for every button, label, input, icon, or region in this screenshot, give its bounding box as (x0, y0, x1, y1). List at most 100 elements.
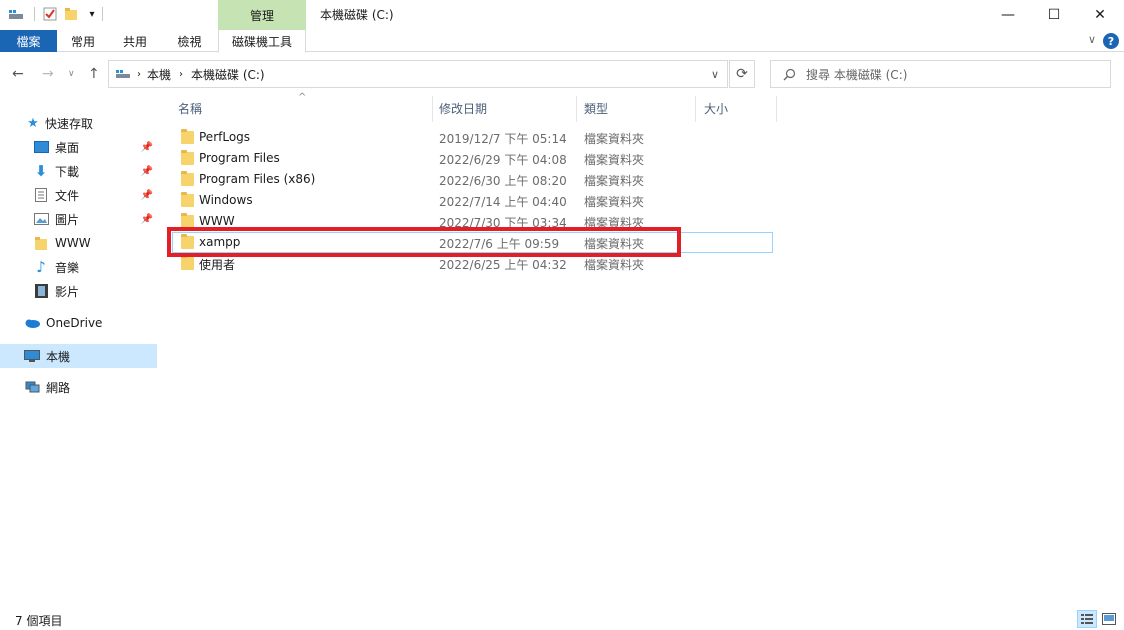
download-icon: ⬇ (34, 162, 48, 180)
file-type: 檔案資料夾 (584, 258, 645, 272)
sidebar-item-label: 影片 (55, 284, 80, 299)
sidebar-item-label: 桌面 (55, 140, 80, 155)
sidebar-item-downloads[interactable]: ⬇ 下載 📌 (33, 159, 157, 183)
navigation-bar: ← → ∨ ↑ › 本機 › 本機磁碟 (C:) ∨ ⟳ 搜尋 本機磁碟 (C:… (0, 58, 1124, 90)
item-count: 7 個項目 (15, 614, 63, 628)
breadcrumb-separator-icon: › (137, 68, 141, 80)
expand-ribbon-icon[interactable]: ∨ (1088, 33, 1096, 46)
sidebar-item-label: 文件 (55, 188, 80, 203)
sidebar-item-label: OneDrive (46, 316, 103, 330)
sidebar-item-this-pc[interactable]: 本機 (0, 344, 157, 368)
tab-file[interactable]: 檔案 (0, 30, 57, 52)
pin-icon[interactable]: 📌 (141, 214, 153, 225)
file-name: PerfLogs (199, 130, 251, 144)
folder-icon (181, 192, 194, 207)
navigation-pane: ★ 快速存取 桌面 📌 ⬇ 下載 📌 文件 📌 圖片 📌 WWW ♪ 音樂 影片… (0, 110, 160, 600)
breadcrumb-this-pc[interactable]: 本機 (147, 66, 171, 83)
large-icons-view-button[interactable] (1099, 610, 1119, 628)
ribbon-tabs: 檔案 常用 共用 檢視 磁碟機工具 ∨ ? (0, 30, 1124, 53)
column-header-name[interactable]: 名稱 (178, 90, 202, 126)
window-title: 本機磁碟 (C:) (320, 8, 394, 22)
sidebar-item-onedrive[interactable]: OneDrive (24, 311, 181, 335)
file-row[interactable]: PerfLogs 2019/12/7 下午 05:14 檔案資料夾 (172, 127, 772, 148)
sidebar-item-pictures[interactable]: 圖片 📌 (33, 207, 157, 231)
file-row[interactable]: Windows 2022/7/14 上午 04:40 檔案資料夾 (172, 190, 772, 211)
drive-icon[interactable] (8, 6, 24, 22)
file-date: 2022/6/25 上午 04:32 (439, 258, 567, 272)
details-view-button[interactable] (1077, 610, 1097, 628)
maximize-button[interactable]: ☐ (1031, 0, 1077, 30)
sidebar-item-desktop[interactable]: 桌面 📌 (33, 135, 157, 159)
file-date: 2019/12/7 下午 05:14 (439, 132, 567, 146)
column-header-size[interactable]: 大小 (704, 90, 728, 126)
cloud-icon (24, 315, 40, 331)
recent-locations-icon[interactable]: ∨ (68, 69, 75, 79)
forward-button[interactable]: → (42, 66, 54, 82)
column-header-type[interactable]: 類型 (584, 90, 608, 126)
file-name: Windows (199, 193, 253, 207)
folder-icon (181, 150, 194, 165)
properties-icon[interactable] (42, 6, 58, 22)
file-name: Program Files (x86) (199, 172, 316, 186)
file-name: WWW (199, 214, 235, 228)
sidebar-item-label: 網路 (46, 380, 71, 395)
file-type: 檔案資料夾 (584, 132, 645, 146)
file-date: 2022/6/30 上午 08:20 (439, 174, 567, 188)
new-folder-icon[interactable] (63, 6, 79, 22)
folder-icon (181, 129, 194, 144)
pictures-icon (33, 211, 49, 227)
file-type: 檔案資料夾 (584, 174, 645, 188)
back-button[interactable]: ← (12, 66, 24, 82)
sidebar-item-network[interactable]: 網路 (24, 375, 181, 399)
drive-location-icon (115, 68, 131, 80)
sidebar-item-label: 快速存取 (45, 116, 94, 131)
manage-tab-label: 管理 (249, 8, 274, 23)
minimize-button[interactable]: — (985, 0, 1031, 30)
highlight-annotation-box (167, 227, 681, 257)
help-button[interactable]: ? (1103, 33, 1119, 49)
pin-icon[interactable]: 📌 (141, 190, 153, 201)
music-icon: ♪ (36, 258, 46, 276)
sidebar-item-label: WWW (55, 236, 91, 250)
file-row[interactable]: Program Files (x86) 2022/6/30 上午 08:20 檔… (172, 169, 772, 190)
refresh-button[interactable]: ⟳ (729, 60, 755, 88)
tab-view[interactable]: 檢視 (161, 30, 218, 52)
title-bar: ▾ 管理 本機磁碟 (C:) — ☐ ✕ (0, 0, 1124, 30)
network-icon (24, 379, 40, 395)
column-header-date[interactable]: 修改日期 (439, 90, 487, 126)
file-date: 2022/6/29 下午 04:08 (439, 153, 567, 167)
sidebar-item-label: 圖片 (55, 212, 80, 227)
file-type: 檔案資料夾 (584, 153, 645, 167)
close-button[interactable]: ✕ (1077, 0, 1123, 30)
sidebar-item-label: 音樂 (55, 260, 80, 275)
tab-home[interactable]: 常用 (57, 30, 109, 52)
tab-drive-tools[interactable]: 磁碟機工具 (218, 30, 306, 53)
computer-icon (24, 348, 40, 364)
customize-toolbar-icon[interactable]: ▾ (84, 6, 100, 22)
file-date: 2022/7/14 上午 04:40 (439, 195, 567, 209)
tab-share[interactable]: 共用 (109, 30, 161, 52)
address-bar[interactable]: › 本機 › 本機磁碟 (C:) ∨ (108, 60, 728, 88)
address-dropdown-icon[interactable]: ∨ (711, 68, 719, 81)
sidebar-item-label: 本機 (46, 349, 71, 364)
breadcrumb-separator-icon: › (179, 68, 184, 80)
up-button[interactable]: ↑ (88, 66, 100, 82)
search-icon (783, 68, 796, 81)
breadcrumb-drive-c[interactable]: 本機磁碟 (C:) (191, 66, 265, 83)
star-icon: ★ (27, 115, 39, 131)
search-placeholder: 搜尋 本機磁碟 (C:) (806, 67, 908, 82)
manage-tab[interactable]: 管理 (218, 0, 306, 30)
pin-icon[interactable]: 📌 (141, 166, 153, 177)
status-bar: 7 個項目 (0, 608, 1124, 630)
document-icon (33, 187, 49, 203)
sidebar-item-www[interactable]: WWW (33, 231, 157, 255)
folder-icon (181, 171, 194, 186)
file-name: 使用者 (199, 258, 236, 272)
sidebar-item-documents[interactable]: 文件 📌 (33, 183, 157, 207)
pin-icon[interactable]: 📌 (141, 142, 153, 153)
search-box[interactable]: 搜尋 本機磁碟 (C:) (770, 60, 1111, 88)
file-row[interactable]: Program Files 2022/6/29 下午 04:08 檔案資料夾 (172, 148, 772, 169)
sidebar-item-music[interactable]: ♪ 音樂 (33, 255, 157, 279)
sidebar-item-videos[interactable]: 影片 (33, 279, 157, 303)
video-icon (33, 283, 49, 299)
